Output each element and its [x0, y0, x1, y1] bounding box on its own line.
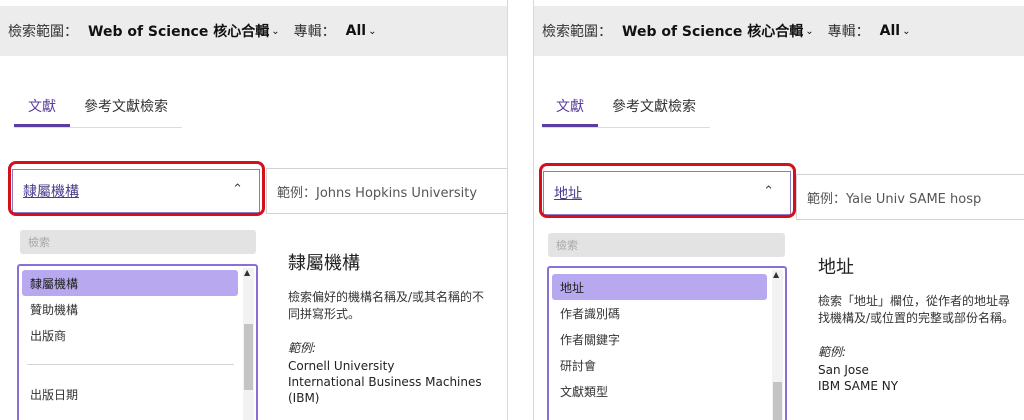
- field-list-search-placeholder: 檢索: [556, 239, 578, 252]
- example-label: 範例:: [818, 345, 847, 359]
- tab-cited-references[interactable]: 參考文獻檢索: [70, 96, 182, 127]
- field-description: 隸屬機構 檢索偏好的機構名稱及/或其名稱的不同拼寫形式。 範例: Cornell…: [288, 249, 486, 406]
- tab-documents[interactable]: 文獻: [542, 96, 598, 127]
- tabs: 文獻 參考文獻檢索: [542, 96, 710, 128]
- description-title: 隸屬機構: [288, 253, 360, 274]
- description-title: 地址: [818, 257, 854, 278]
- edition-dropdown[interactable]: All: [346, 23, 366, 39]
- field-list: 隸屬機構 贊助機構 出版商 出版日期 ▲: [17, 264, 258, 420]
- example-value: International Business Machines: [288, 375, 482, 389]
- list-item[interactable]: 地址: [552, 274, 767, 300]
- edition-label: 專輯：: [827, 24, 870, 40]
- list-item[interactable]: 作者識別碼: [552, 300, 767, 326]
- search-scope-bar: 檢索範圍： Web of Science 核心合輯 ⌄ 專輯： All ⌄: [0, 6, 507, 56]
- search-input[interactable]: 範例：Johns Hopkins University: [266, 168, 507, 214]
- example-value: San Jose: [818, 363, 869, 377]
- scrollbar[interactable]: ▲: [772, 270, 783, 420]
- chevron-down-icon[interactable]: ⌄: [902, 26, 910, 37]
- search-scope-bar: 檢索範圍： Web of Science 核心合輯 ⌄ 專輯： All ⌄: [534, 6, 1024, 56]
- scope-dropdown[interactable]: Web of Science 核心合輯: [622, 21, 803, 41]
- list-item[interactable]: 隸屬機構: [22, 270, 238, 296]
- scroll-up-icon[interactable]: ▲: [773, 270, 779, 279]
- field-list: 地址 作者識別碼 作者關鍵字 研討會 文獻類型 ▲: [547, 266, 787, 420]
- list-item[interactable]: 贊助機構: [22, 296, 238, 322]
- field-list-search[interactable]: 檢索: [548, 233, 785, 257]
- scope-label: 檢索範圍：: [8, 24, 78, 40]
- right-panel: 檢索範圍： Web of Science 核心合輯 ⌄ 專輯： All ⌄ 文獻…: [533, 0, 1024, 420]
- list-divider: [27, 364, 234, 365]
- tab-cited-references[interactable]: 參考文獻檢索: [598, 96, 710, 127]
- scrollbar-thumb[interactable]: [244, 324, 253, 390]
- highlight-box: [8, 161, 265, 216]
- search-placeholder: 範例：Yale Univ SAME hosp: [807, 191, 982, 207]
- chevron-down-icon[interactable]: ⌄: [271, 26, 279, 37]
- example-value: IBM SAME NY: [818, 379, 899, 393]
- field-description: 地址 檢索「地址」欄位，從作者的地址尋找機構及/或位置的完整或部份名稱。 範例:…: [818, 253, 1018, 394]
- scope-label: 檢索範圍：: [542, 24, 612, 40]
- list-item[interactable]: 研討會: [552, 352, 767, 378]
- field-list-search[interactable]: 檢索: [20, 230, 256, 254]
- edition-dropdown[interactable]: All: [880, 23, 900, 39]
- description-text: 檢索偏好的機構名稱及/或其名稱的不同拼寫形式。: [288, 290, 485, 321]
- field-list-search-placeholder: 檢索: [28, 236, 50, 249]
- example-value: (IBM): [288, 391, 320, 405]
- scope-dropdown[interactable]: Web of Science 核心合輯: [88, 21, 269, 41]
- search-input[interactable]: 範例：Yale Univ SAME hosp: [796, 174, 1024, 220]
- example-value: Cornell University: [288, 359, 395, 373]
- tabs: 文獻 參考文獻檢索: [14, 96, 182, 128]
- edition-label: 專輯：: [293, 24, 336, 40]
- left-panel: 檢索範圍： Web of Science 核心合輯 ⌄ 專輯： All ⌄ 文獻…: [0, 0, 508, 420]
- scroll-up-icon[interactable]: ▲: [244, 268, 250, 277]
- scrollbar-thumb[interactable]: [773, 382, 782, 420]
- tab-documents[interactable]: 文獻: [14, 96, 70, 127]
- list-item[interactable]: 文獻類型: [552, 378, 767, 404]
- list-item[interactable]: 出版日期: [22, 381, 238, 407]
- chevron-down-icon[interactable]: ⌄: [368, 26, 376, 37]
- chevron-down-icon[interactable]: ⌄: [805, 26, 813, 37]
- list-item[interactable]: 出版商: [22, 322, 238, 348]
- example-label: 範例:: [288, 341, 317, 355]
- description-text: 檢索「地址」欄位，從作者的地址尋找機構及/或位置的完整或部份名稱。: [818, 294, 1015, 325]
- highlight-box: [539, 163, 796, 218]
- scrollbar[interactable]: ▲: [243, 268, 254, 420]
- search-placeholder: 範例：Johns Hopkins University: [277, 185, 478, 201]
- list-item[interactable]: 作者關鍵字: [552, 326, 767, 352]
